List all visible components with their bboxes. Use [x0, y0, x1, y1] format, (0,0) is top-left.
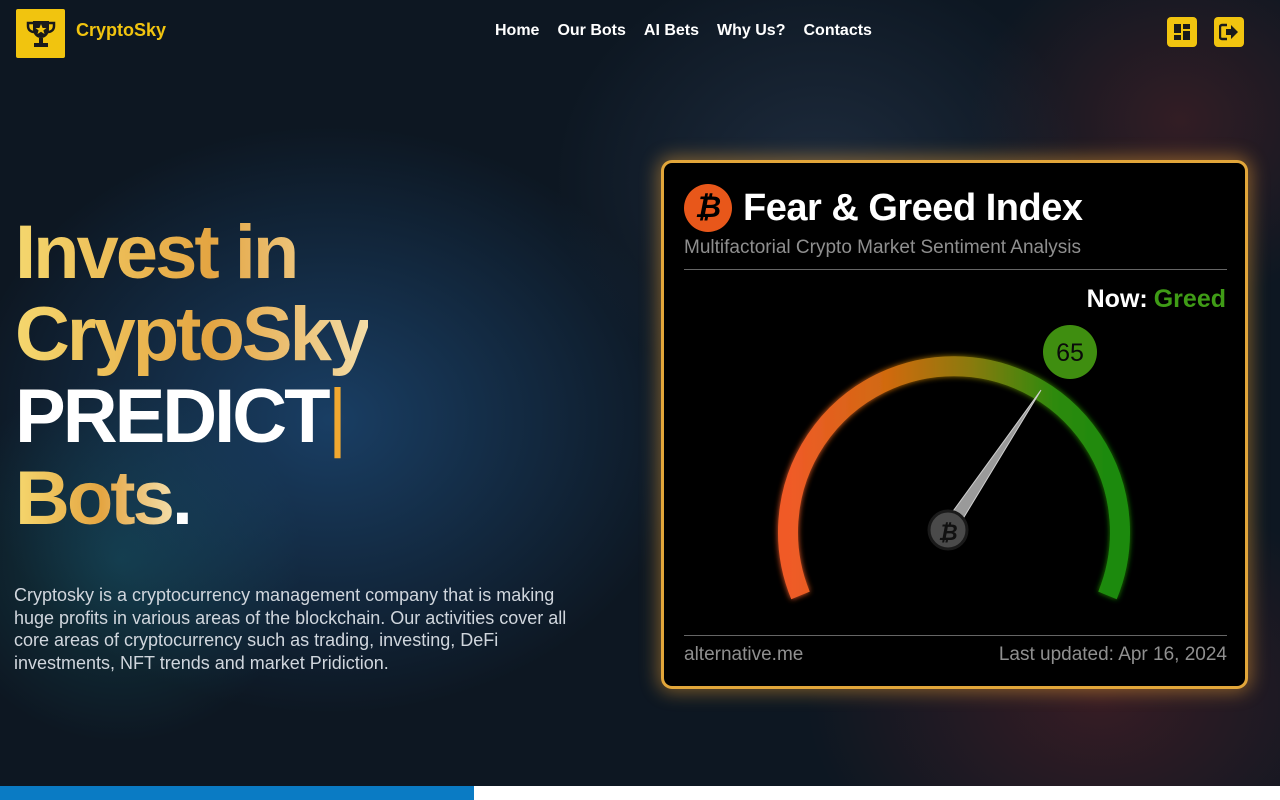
hero-description: Cryptosky is a cryptocurrency management…: [14, 585, 567, 673]
hero-line-3: PREDICT|: [15, 376, 368, 458]
main-nav: Home Our Bots AI Bets Why Us? Contacts: [495, 22, 872, 40]
progress-bar: [0, 786, 474, 800]
hero-line-4: Bots.: [15, 458, 368, 540]
hero-heading: Invest in CryptoSky PREDICT| Bots.: [15, 212, 371, 540]
index-value: 65: [1056, 339, 1084, 367]
trophy-icon: [26, 20, 55, 47]
nav-contacts[interactable]: Contacts: [803, 22, 871, 40]
nav-our-bots[interactable]: Our Bots: [557, 22, 625, 40]
last-updated: Last updated: Apr 16, 2024: [998, 644, 1227, 665]
dashboard-button[interactable]: [1167, 17, 1197, 47]
bottom-strip: [474, 786, 1280, 800]
divider: [684, 635, 1227, 636]
logo[interactable]: [16, 9, 65, 58]
hero-line-2: CryptoSky: [15, 292, 371, 377]
nav-home[interactable]: Home: [495, 22, 539, 40]
hero-bots-word: Bots: [15, 456, 175, 541]
gauge-arc: [778, 356, 1130, 600]
widget-source-link[interactable]: alternative.me: [684, 644, 803, 666]
nav-ai-bets[interactable]: AI Bets: [644, 22, 699, 40]
nav-why-us[interactable]: Why Us?: [717, 22, 785, 40]
hero-line-1: Invest in: [15, 212, 368, 294]
hub-bitcoin-icon: ₿: [938, 521, 957, 546]
sentiment-gauge: ₿ 65: [778, 325, 1130, 600]
hero-typed-word: PREDICT: [15, 374, 331, 459]
brand-name[interactable]: CryptoSky: [76, 20, 166, 41]
typing-cursor: |: [327, 374, 348, 459]
fear-greed-widget[interactable]: ₿ Fear & Greed Index Multifactorial Cryp…: [664, 163, 1245, 686]
logout-icon: [1219, 23, 1238, 41]
hero-period: .: [171, 456, 193, 541]
logout-button[interactable]: [1214, 17, 1244, 47]
dashboard-icon: [1174, 24, 1190, 40]
